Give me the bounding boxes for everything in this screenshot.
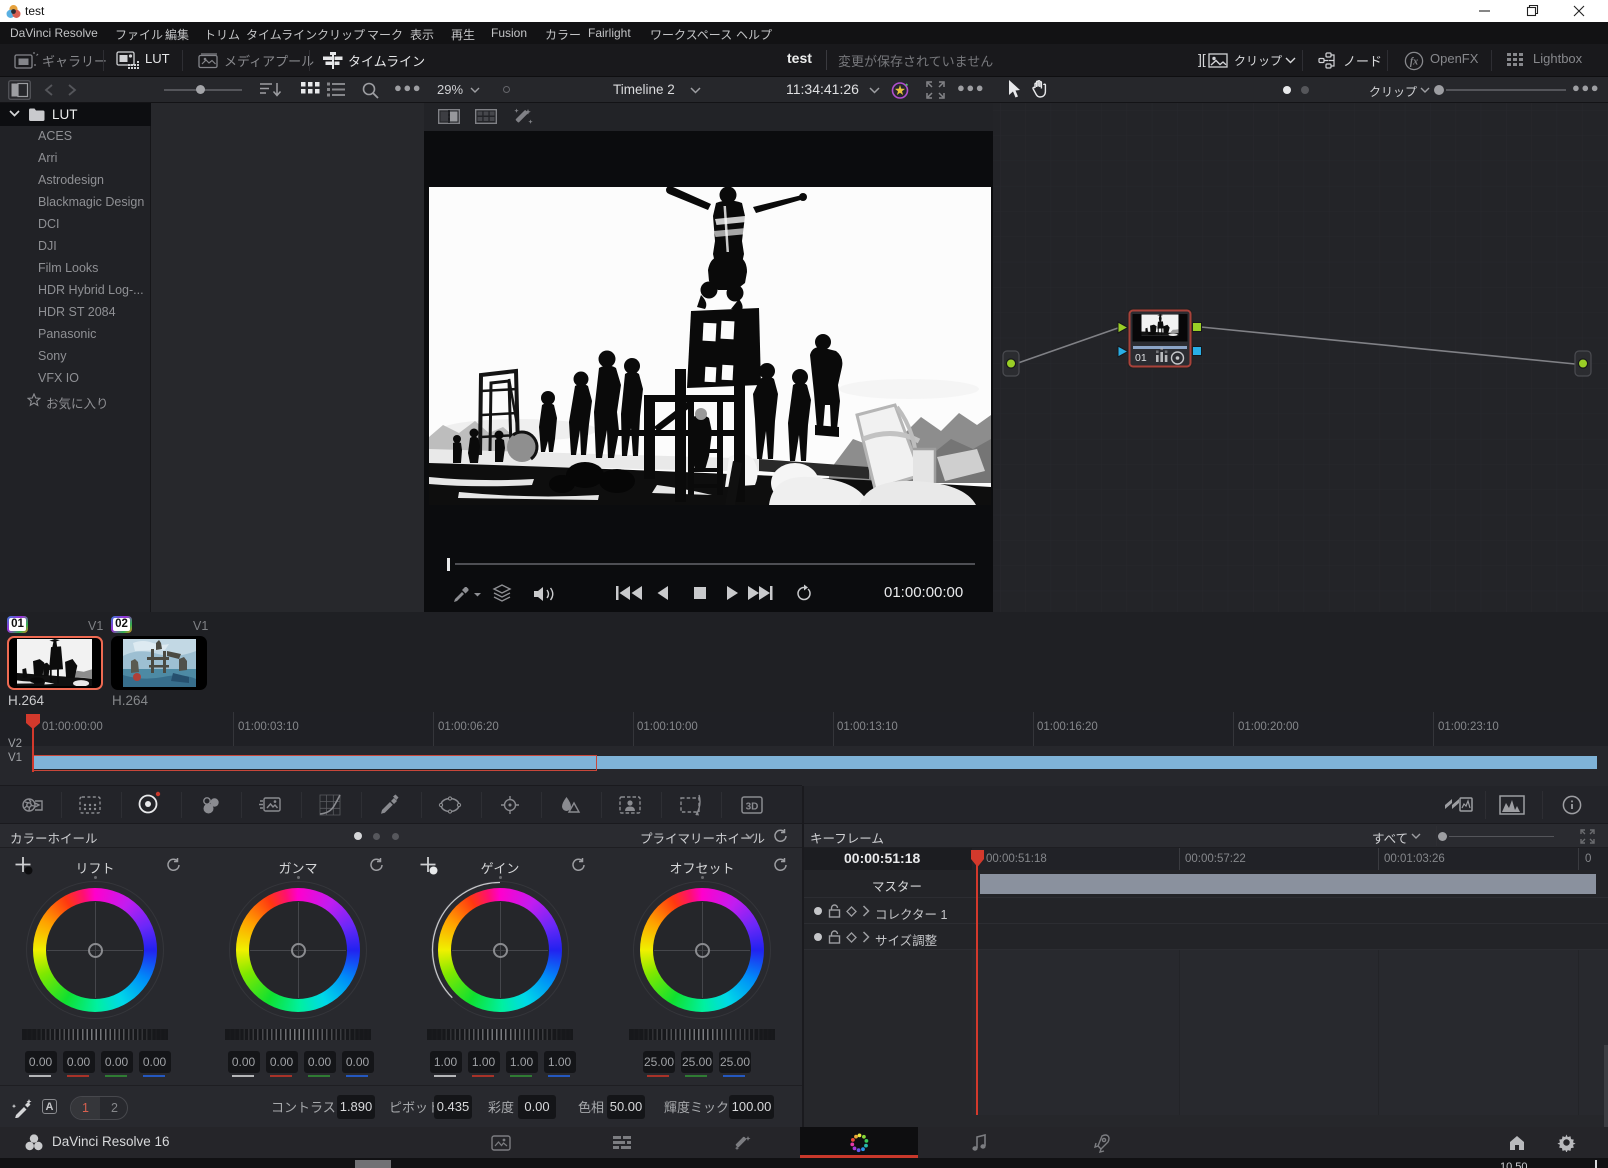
svg-text:fx: fx: [1410, 57, 1418, 68]
svg-text:3D: 3D: [746, 802, 759, 813]
svg-text:01: 01: [1135, 352, 1147, 364]
